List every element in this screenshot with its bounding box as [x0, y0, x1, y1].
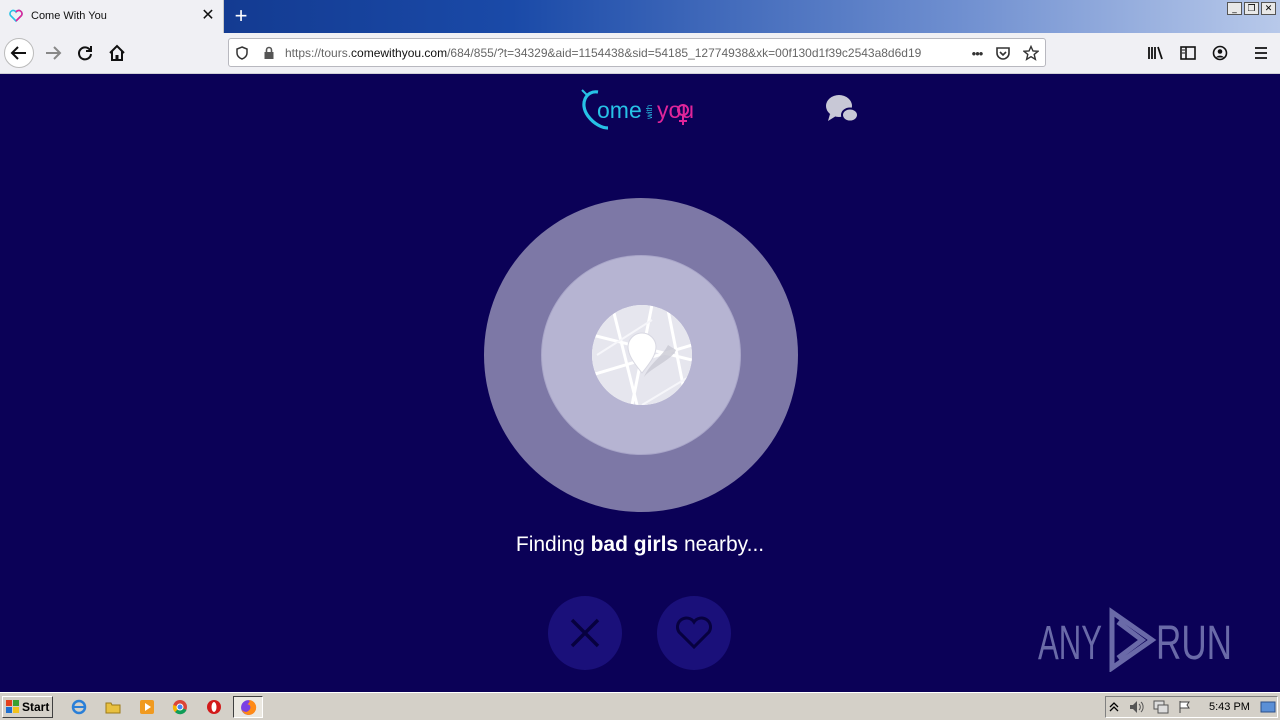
library-icon[interactable]: [1147, 44, 1165, 62]
start-button[interactable]: Start: [2, 696, 53, 718]
window-controls: _ ❐ ✕: [1227, 2, 1276, 15]
sidebar-icon[interactable]: [1179, 44, 1197, 62]
location-map-circle: [592, 305, 692, 405]
like-button[interactable]: [657, 596, 731, 670]
network-icon[interactable]: [1152, 698, 1170, 716]
volume-icon[interactable]: [1128, 698, 1146, 716]
tray-expand-icon[interactable]: [1108, 698, 1120, 716]
arrow-left-icon: [10, 46, 26, 60]
internet-explorer-icon[interactable]: [70, 698, 88, 716]
restore-button[interactable]: ❐: [1244, 2, 1259, 15]
logo-text-with: with: [645, 105, 654, 120]
tab-close-icon[interactable]: ✕: [199, 7, 217, 25]
back-button[interactable]: [4, 38, 34, 68]
map-pin-icon: [592, 305, 692, 405]
forward-button[interactable]: [38, 38, 68, 68]
firefox-taskbar-button[interactable]: [233, 696, 263, 718]
shield-icon[interactable]: [234, 45, 250, 61]
svg-text:ANY: ANY: [1038, 617, 1102, 670]
svg-text:RUN: RUN: [1156, 617, 1232, 670]
tab-strip: Come With You ✕ + _ ❐ ✕: [0, 0, 1280, 33]
status-highlight: bad girls: [590, 533, 679, 556]
account-icon[interactable]: [1211, 44, 1229, 62]
chrome-icon[interactable]: [171, 698, 189, 716]
heart-favicon-icon: [9, 9, 23, 23]
home-icon: [109, 44, 125, 61]
media-player-icon[interactable]: [138, 698, 156, 716]
navigation-toolbar: https://tours.comewithyou.com/684/855/?t…: [0, 33, 1280, 74]
dislike-button[interactable]: [548, 596, 622, 670]
menu-icon[interactable]: [1252, 44, 1270, 62]
firefox-icon: [241, 700, 257, 715]
home-button[interactable]: [102, 38, 132, 68]
reload-icon: [78, 46, 92, 61]
chat-bubbles-icon[interactable]: [824, 93, 860, 125]
file-explorer-icon[interactable]: [104, 698, 122, 716]
come-with-you-logo[interactable]: ome with you: [580, 88, 705, 130]
reload-button[interactable]: [70, 38, 100, 68]
minimize-button[interactable]: _: [1227, 2, 1242, 15]
windows-taskbar: Start 5:43 PM: [0, 692, 1280, 720]
address-bar[interactable]: https://tours.comewithyou.com/684/855/?t…: [228, 38, 1046, 67]
close-window-button[interactable]: ✕: [1261, 2, 1276, 15]
status-message: Finding bad girls nearby...: [515, 533, 765, 556]
url-text[interactable]: https://tours.comewithyou.com/684/855/?t…: [285, 46, 963, 60]
tab-title: Come With You: [31, 10, 107, 22]
windows-logo-icon: [6, 700, 19, 713]
pocket-icon[interactable]: [995, 45, 1011, 61]
opera-icon[interactable]: [205, 698, 223, 716]
logo-text-come: ome: [597, 97, 642, 123]
action-center-flag-icon[interactable]: [1176, 698, 1194, 716]
heart-icon: [676, 616, 712, 650]
new-tab-button[interactable]: +: [229, 4, 253, 28]
tab-come-with-you[interactable]: Come With You ✕: [0, 0, 224, 33]
anyrun-watermark-logo: ANY RUN: [1038, 607, 1232, 672]
taskbar-clock[interactable]: 5:43 PM: [1209, 701, 1250, 713]
close-x-icon: [570, 618, 600, 648]
bookmark-star-icon[interactable]: [1023, 45, 1039, 61]
page-actions-button[interactable]: •••: [967, 45, 987, 61]
show-desktop-icon[interactable]: [1259, 698, 1277, 716]
arrow-right-icon: [46, 46, 62, 60]
lock-icon[interactable]: [261, 45, 277, 61]
